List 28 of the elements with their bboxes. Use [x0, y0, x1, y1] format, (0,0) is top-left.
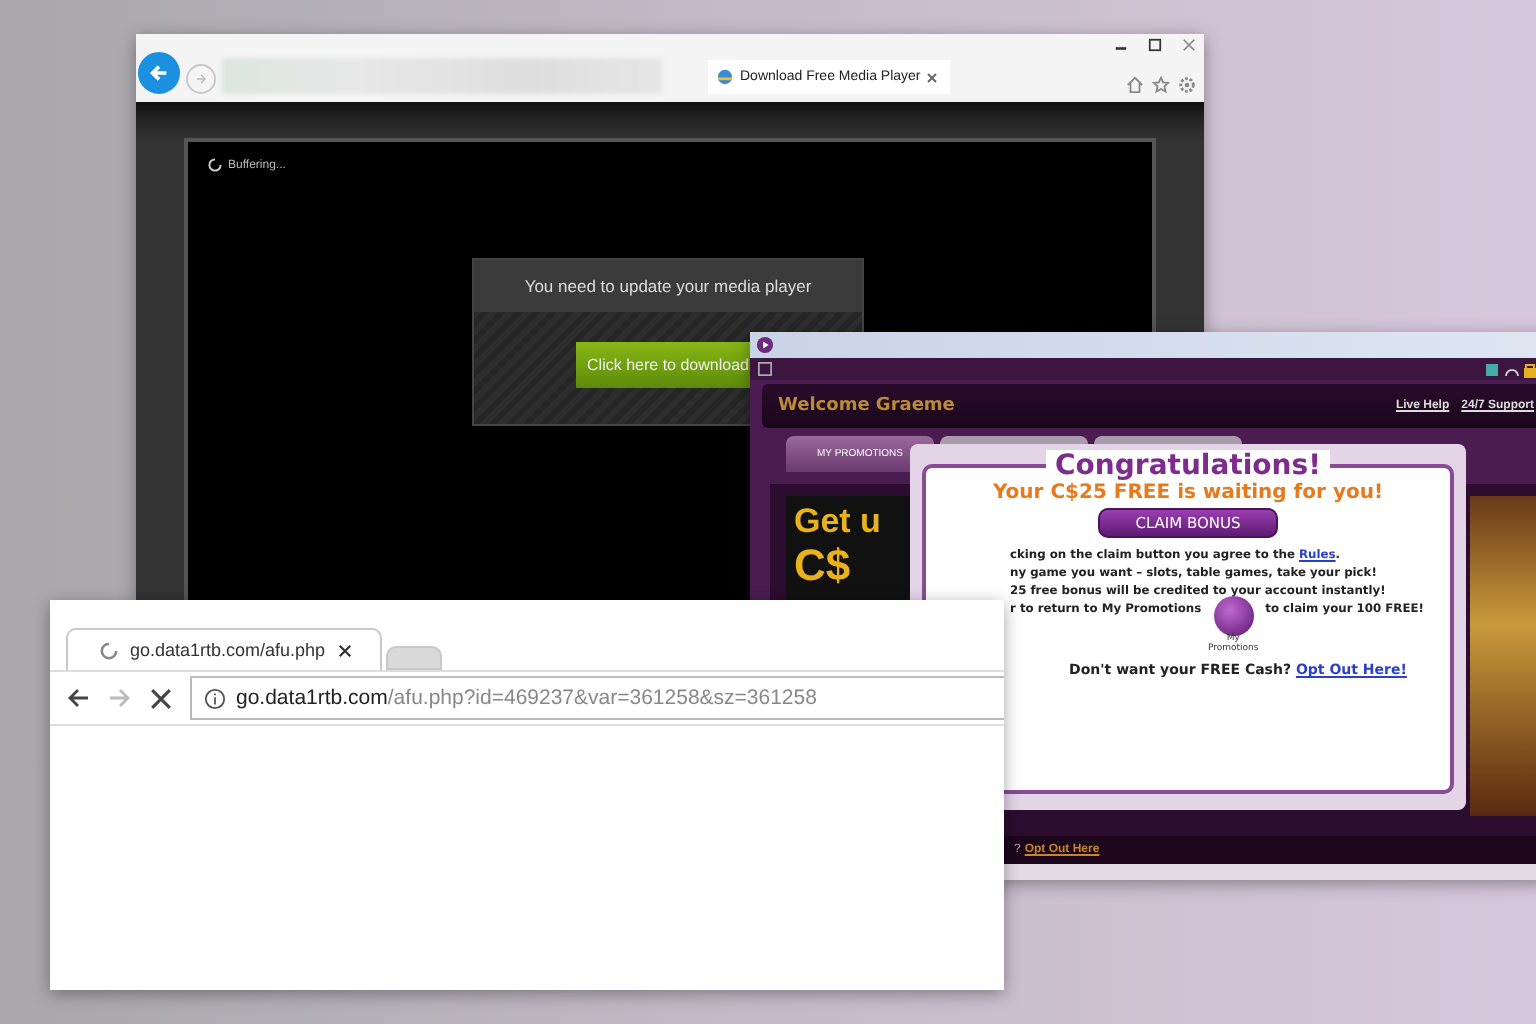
back-icon[interactable] — [66, 686, 90, 710]
settings-icon[interactable] — [1178, 76, 1196, 94]
info-icon — [204, 687, 226, 709]
welcome-text: Welcome Graeme — [778, 396, 955, 416]
arrow-icon — [148, 62, 170, 84]
forward-icon[interactable] — [108, 686, 132, 710]
page-icon — [716, 68, 734, 86]
banner-text: C$ — [794, 541, 853, 590]
back-button[interactable] — [138, 52, 180, 94]
menu-icon[interactable] — [758, 362, 772, 376]
maximize-icon[interactable] — [1148, 38, 1162, 52]
loading-spinner-icon — [100, 641, 118, 659]
address-bar[interactable]: go.data1rtb.com/afu.php?id=469237&var=361258&sz=361258 — [190, 676, 1004, 720]
status-icons-drawing — [1486, 361, 1536, 377]
update-message: You need to update your media player — [524, 276, 812, 296]
popup-title: Congratulations! — [1045, 450, 1331, 482]
scrollbar[interactable] — [1004, 864, 1536, 880]
popup-subtitle: Your C$25 FREE is waiting for you! — [992, 482, 1384, 504]
close-icon[interactable] — [337, 643, 352, 657]
star-icon[interactable] — [1152, 76, 1170, 94]
loading-spinner-icon — [208, 158, 222, 172]
close-icon[interactable] — [926, 71, 939, 83]
stop-icon[interactable] — [150, 687, 172, 709]
app-icon — [756, 336, 774, 354]
home-icon[interactable] — [1126, 76, 1144, 94]
banner-text: Get u — [794, 504, 883, 542]
browser-tab[interactable]: go.data1rtb.com/afu.php — [66, 628, 382, 670]
arrow-icon — [194, 72, 208, 86]
